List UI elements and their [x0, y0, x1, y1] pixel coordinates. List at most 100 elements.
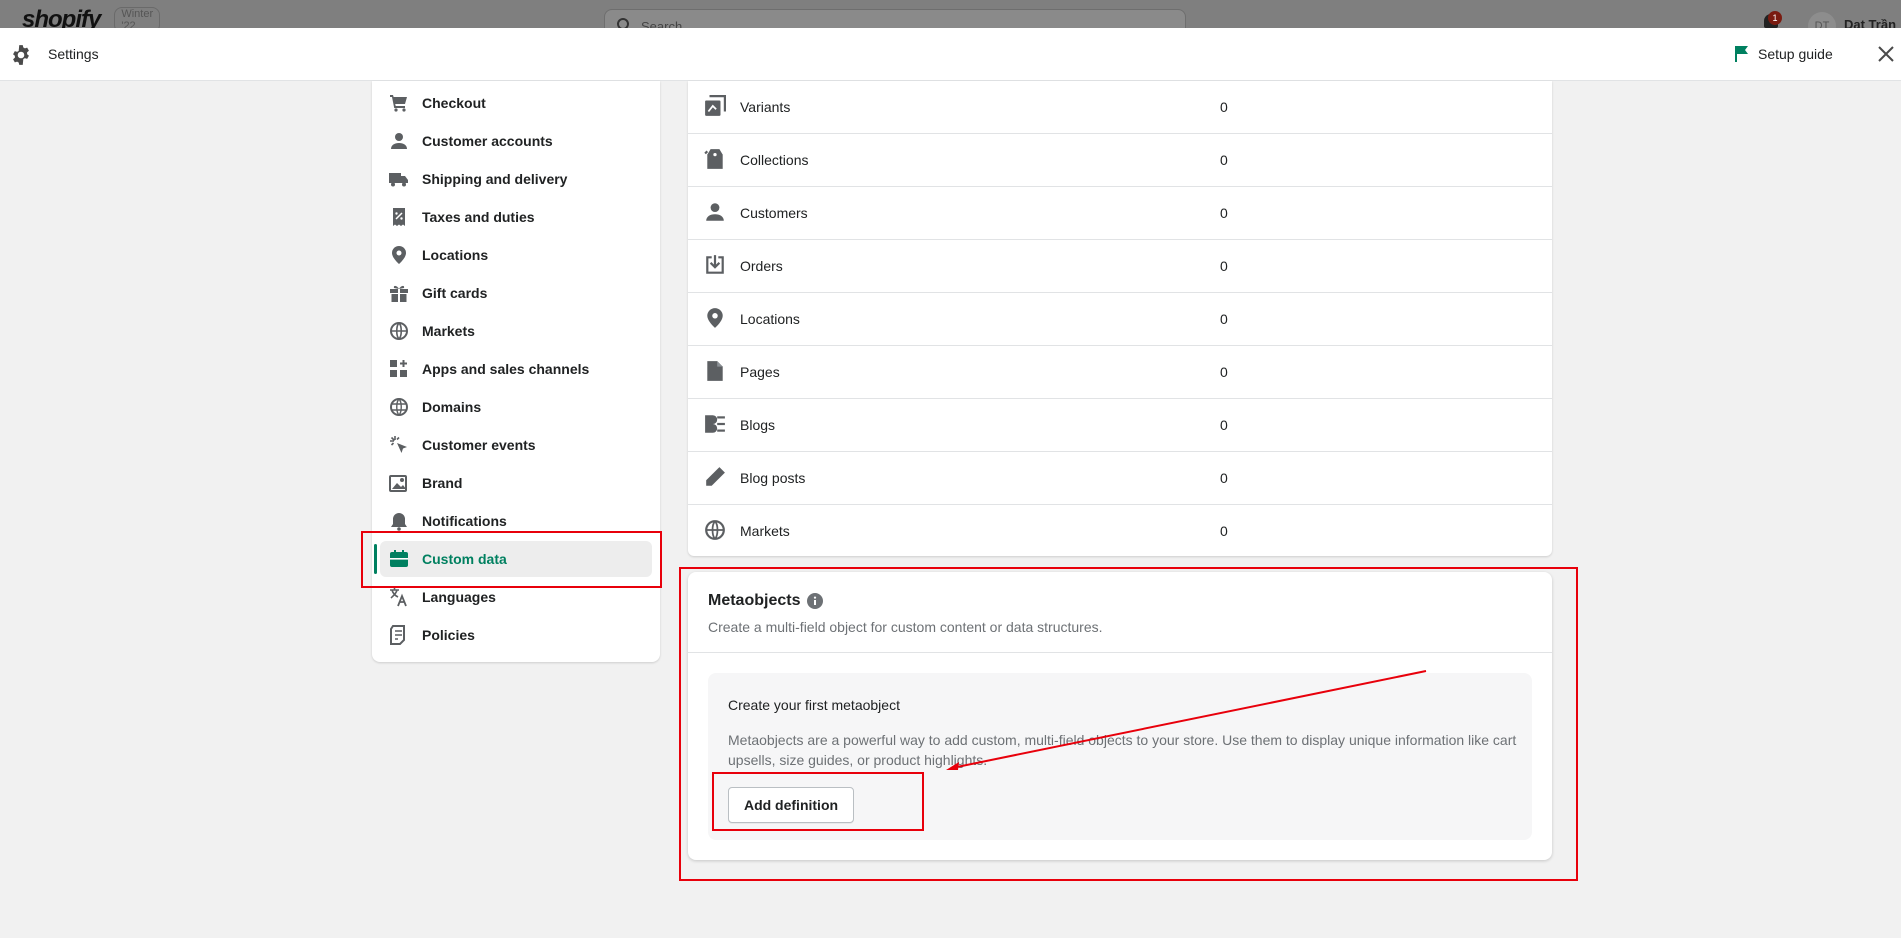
sidebar-item-label: Taxes and duties	[422, 209, 535, 225]
resource-row-pages[interactable]: Pages 0	[688, 346, 1552, 399]
sidebar-item-policies[interactable]: Policies	[380, 617, 652, 653]
gift-icon	[388, 282, 410, 304]
resource-name: Customers	[740, 205, 808, 221]
global-search-input[interactable]: Search	[604, 9, 1186, 28]
search-placeholder: Search	[641, 19, 683, 28]
gear-icon	[13, 45, 29, 65]
resource-name: Variants	[740, 99, 791, 115]
search-icon	[617, 18, 629, 28]
blog-icon	[705, 415, 725, 433]
globe-icon	[705, 520, 725, 540]
sidebar-item-label: Custom data	[422, 551, 507, 567]
card-divider	[688, 652, 1552, 653]
resource-row-markets[interactable]: Markets 0	[688, 505, 1552, 558]
user-avatar[interactable]: DT	[1808, 12, 1836, 28]
metaobjects-empty-state: Create your first metaobject Metaobjects…	[708, 673, 1532, 840]
resource-count: 0	[1220, 470, 1228, 486]
receipt-icon	[388, 206, 410, 228]
translate-icon	[388, 586, 410, 608]
version-badge: Winter '22	[114, 7, 161, 28]
resource-count: 0	[1220, 152, 1228, 168]
metaobjects-description: Create a multi-field object for custom c…	[708, 619, 1103, 635]
sidebar-item-label: Checkout	[422, 95, 486, 111]
resource-name: Collections	[740, 152, 809, 168]
sidebar-item-checkout[interactable]: Checkout	[380, 85, 652, 121]
resource-name: Blog posts	[740, 470, 806, 486]
empty-state-description: Metaobjects are a powerful way to add cu…	[728, 732, 1517, 768]
setup-guide-button[interactable]: Setup guide	[1734, 45, 1833, 63]
sidebar-item-label: Customer accounts	[422, 133, 553, 149]
add-definition-button[interactable]: Add definition	[728, 787, 854, 823]
metafield-resources-list: Variants 0 Collections 0 Customers 0 Ord…	[688, 81, 1552, 556]
resource-row-customers[interactable]: Customers 0	[688, 187, 1552, 240]
sidebar-item-markets[interactable]: Markets	[380, 313, 652, 349]
sidebar-item-custom-data[interactable]: Custom data	[374, 541, 652, 577]
sidebar-item-label: Apps and sales channels	[422, 361, 590, 377]
sidebar-item-apps[interactable]: Apps and sales channels	[380, 351, 652, 387]
resource-name: Blogs	[740, 417, 776, 433]
resource-count: 0	[1220, 258, 1228, 274]
resource-count: 0	[1220, 311, 1228, 327]
collections-icon	[704, 149, 723, 169]
sidebar-item-label: Gift cards	[422, 285, 488, 301]
sidebar-item-domains[interactable]: Domains	[380, 389, 652, 425]
sidebar-item-customer-accounts[interactable]: Customer accounts	[380, 123, 652, 159]
settings-header: Settings Setup guide	[0, 28, 1901, 81]
pin-icon	[388, 244, 410, 266]
sidebar-item-shipping[interactable]: Shipping and delivery	[380, 161, 652, 197]
sidebar-item-languages[interactable]: Languages	[380, 579, 652, 615]
resource-name: Pages	[740, 364, 780, 380]
cart-icon	[388, 92, 410, 114]
user-name[interactable]: Dat Trần	[1844, 17, 1896, 28]
variants-icon	[705, 95, 726, 116]
resource-row-collections[interactable]: Collections 0	[688, 134, 1552, 187]
resource-row-variants[interactable]: Variants 0	[688, 81, 1552, 134]
sidebar-item-taxes[interactable]: Taxes and duties	[380, 199, 652, 235]
sidebar-item-gift-cards[interactable]: Gift cards	[380, 275, 652, 311]
resource-row-locations[interactable]: Locations 0	[688, 293, 1552, 346]
sidebar-item-label: Policies	[422, 627, 475, 643]
page-icon	[707, 361, 723, 381]
person-icon	[706, 203, 724, 221]
sidebar-item-notifications[interactable]: Notifications	[380, 503, 652, 539]
apps-icon	[388, 358, 410, 380]
resource-count: 0	[1220, 205, 1228, 221]
resource-count: 0	[1220, 364, 1228, 380]
resource-name: Locations	[740, 311, 800, 327]
sidebar-item-label: Markets	[422, 323, 475, 339]
resource-row-blog-posts[interactable]: Blog posts 0	[688, 452, 1552, 505]
pin-icon	[707, 308, 723, 328]
sidebar-item-label: Domains	[422, 399, 482, 415]
truck-icon	[388, 168, 410, 190]
resource-row-orders[interactable]: Orders 0	[688, 240, 1552, 293]
bell-icon	[388, 510, 410, 532]
globe-icon	[388, 320, 410, 342]
shopify-logo: shopify Winter '22	[16, 6, 161, 28]
metaobjects-card: Metaobjects Create a multi-field object …	[688, 572, 1552, 860]
person-icon	[388, 130, 410, 152]
empty-state-title: Create your first metaobject	[728, 697, 900, 713]
cursor-icon	[388, 434, 410, 456]
database-icon	[388, 548, 410, 570]
sidebar-item-label: Customer events	[422, 437, 536, 453]
sidebar-item-label: Brand	[422, 475, 463, 491]
pencil-icon	[706, 467, 725, 486]
resource-name: Markets	[740, 523, 790, 539]
info-icon[interactable]	[807, 593, 823, 609]
document-icon	[388, 624, 410, 646]
sidebar-item-label: Notifications	[422, 513, 507, 529]
page-title: Settings	[48, 46, 99, 62]
close-icon[interactable]	[1876, 44, 1896, 64]
logo-text: shopify	[22, 6, 101, 28]
sidebar-item-locations[interactable]: Locations	[380, 237, 652, 273]
globe-grid-icon	[388, 396, 410, 418]
resource-row-blogs[interactable]: Blogs 0	[688, 399, 1552, 452]
sidebar-item-brand[interactable]: Brand	[380, 465, 652, 501]
resource-count: 0	[1220, 99, 1228, 115]
setup-guide-label: Setup guide	[1758, 46, 1833, 62]
sidebar-item-label: Languages	[422, 589, 496, 605]
orders-icon	[706, 255, 724, 274]
sidebar-item-customer-events[interactable]: Customer events	[380, 427, 652, 463]
resource-count: 0	[1220, 523, 1228, 539]
resource-count: 0	[1220, 417, 1228, 433]
